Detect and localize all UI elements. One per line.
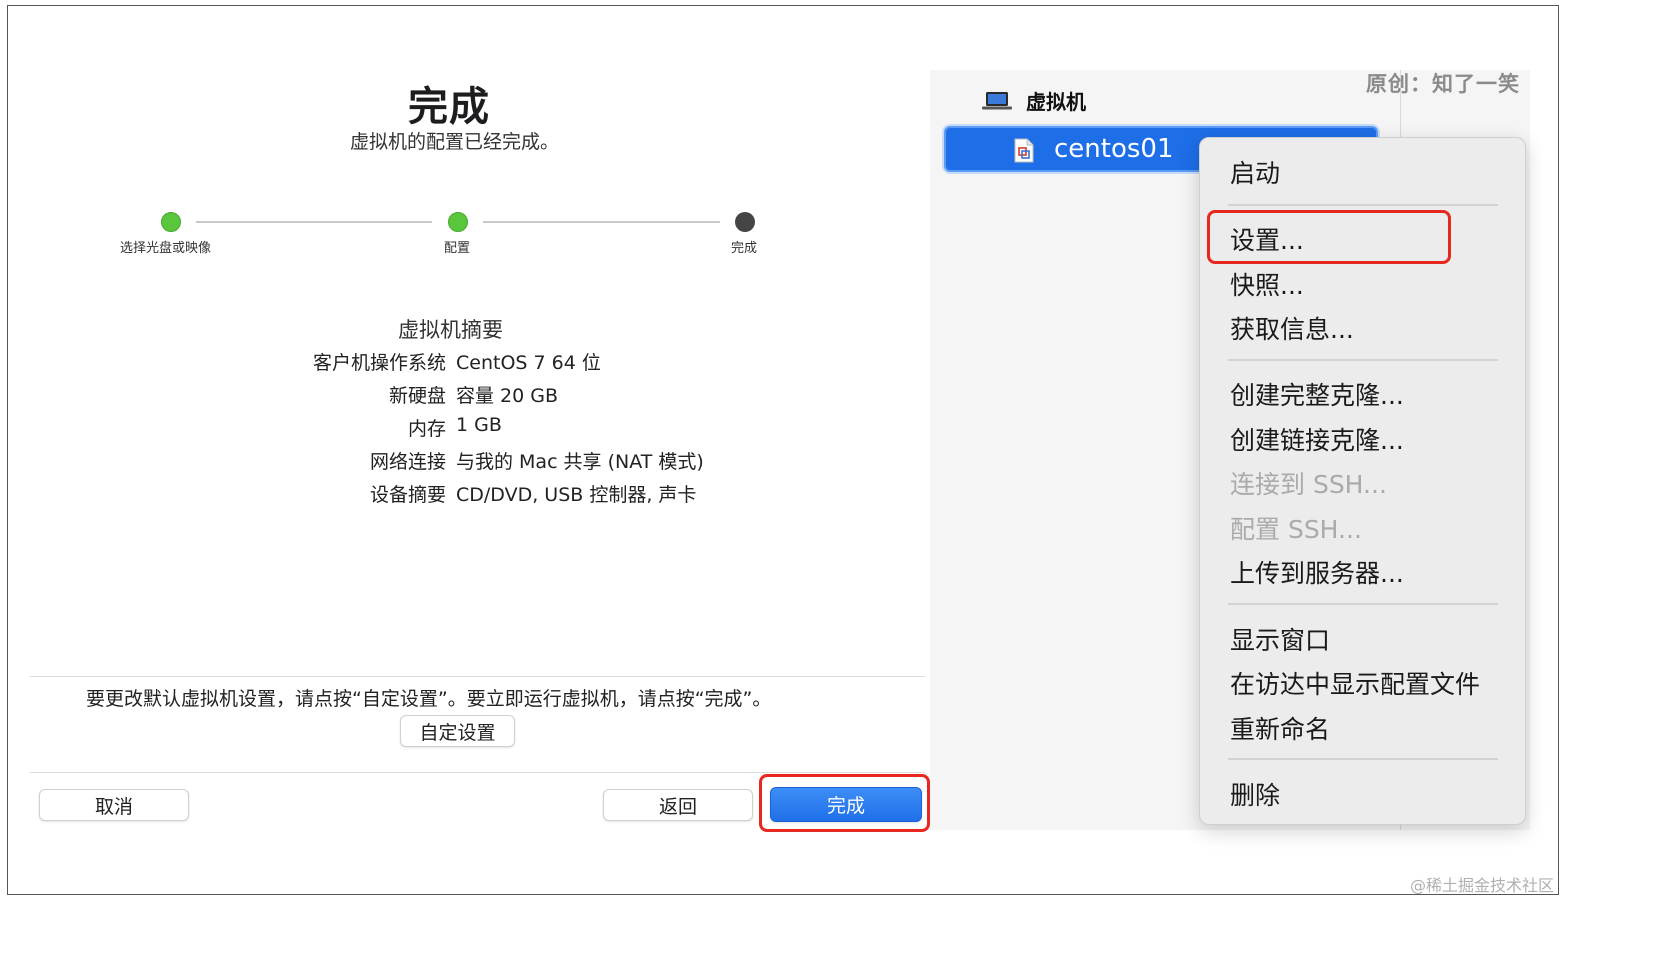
summary-value: 1 GB (456, 414, 502, 436)
menu-item-start[interactable]: 启动 (1230, 154, 1280, 190)
step-2-dot (448, 212, 468, 232)
laptop-icon (982, 91, 1012, 109)
summary-key: 网络连接 (369, 451, 446, 473)
menu-item-snapshots[interactable]: 快照... (1230, 266, 1304, 302)
step-indicator: 选择光盘或映像 配置 完成 (100, 210, 800, 270)
step-connector (196, 221, 432, 223)
vm-library-header: 虚拟机 (982, 86, 1086, 115)
summary-value: CentOS 7 64 位 (456, 352, 601, 374)
menu-item-configure-ssh: 配置 SSH... (1230, 515, 1362, 544)
menu-item-full-clone[interactable]: 创建完整克隆... (1230, 376, 1404, 412)
menu-item-show-in-finder[interactable]: 在访达中显示配置文件 (1230, 665, 1480, 701)
page-title: 完成 (408, 84, 490, 130)
customize-button[interactable]: 自定设置 (400, 715, 515, 747)
vm-library-title: 虚拟机 (1026, 90, 1086, 114)
settings-highlight-box (1207, 210, 1451, 264)
summary-key: 客户机操作系统 (312, 352, 446, 374)
summary-value: 与我的 Mac 共享 (NAT 模式) (456, 451, 704, 473)
back-button[interactable]: 返回 (603, 789, 753, 821)
page-subtitle: 虚拟机的配置已经完成。 (350, 131, 560, 153)
menu-item-get-info[interactable]: 获取信息... (1230, 310, 1354, 346)
menu-separator (1228, 758, 1498, 760)
menu-item-show-window[interactable]: 显示窗口 (1230, 621, 1330, 657)
summary-value: CD/DVD, USB 控制器, 声卡 (456, 484, 697, 506)
menu-separator (1228, 204, 1498, 206)
step-1-label: 选择光盘或映像 (120, 241, 212, 256)
vm-file-icon (1014, 138, 1034, 163)
menu-separator (1228, 603, 1498, 605)
divider (30, 676, 925, 677)
menu-item-delete[interactable]: 删除 (1230, 776, 1280, 812)
finish-highlight-box (759, 774, 930, 832)
summary-row-memory: 内存 1 GB (0, 414, 920, 444)
menu-item-linked-clone[interactable]: 创建链接克隆... (1230, 421, 1404, 457)
summary-row-disk: 新硬盘 容量 20 GB (0, 381, 920, 411)
summary-key: 设备摘要 (369, 484, 446, 506)
summary-value: 容量 20 GB (456, 385, 559, 407)
step-3-dot (735, 212, 755, 232)
summary-row-os: 客户机操作系统 CentOS 7 64 位 (0, 348, 920, 378)
menu-separator (1228, 359, 1498, 361)
watermark-author: 原创：知了一笑 (1366, 72, 1520, 96)
menu-item-connect-ssh: 连接到 SSH... (1230, 470, 1387, 499)
summary-key: 新硬盘 (388, 385, 446, 407)
summary-row-network: 网络连接 与我的 Mac 共享 (NAT 模式) (0, 447, 920, 477)
summary-key: 内存 (407, 418, 446, 440)
step-2-label: 配置 (444, 241, 471, 256)
hint-text: 要更改默认虚拟机设置，请点按“自定设置”。要立即运行虚拟机，请点按“完成”。 (86, 688, 772, 710)
summary-row-devices: 设备摘要 CD/DVD, USB 控制器, 声卡 (0, 480, 920, 510)
summary-title: 虚拟机摘要 (398, 318, 503, 342)
watermark-site: @稀土掘金技术社区 (1410, 876, 1555, 895)
step-1-dot (161, 212, 181, 232)
menu-item-rename[interactable]: 重新命名 (1230, 710, 1330, 746)
vm-name: centos01 (1054, 134, 1174, 164)
cancel-button[interactable]: 取消 (39, 789, 189, 821)
menu-item-upload-server[interactable]: 上传到服务器... (1230, 554, 1404, 590)
step-connector (483, 221, 720, 223)
divider (30, 772, 925, 773)
step-3-label: 完成 (731, 241, 758, 256)
